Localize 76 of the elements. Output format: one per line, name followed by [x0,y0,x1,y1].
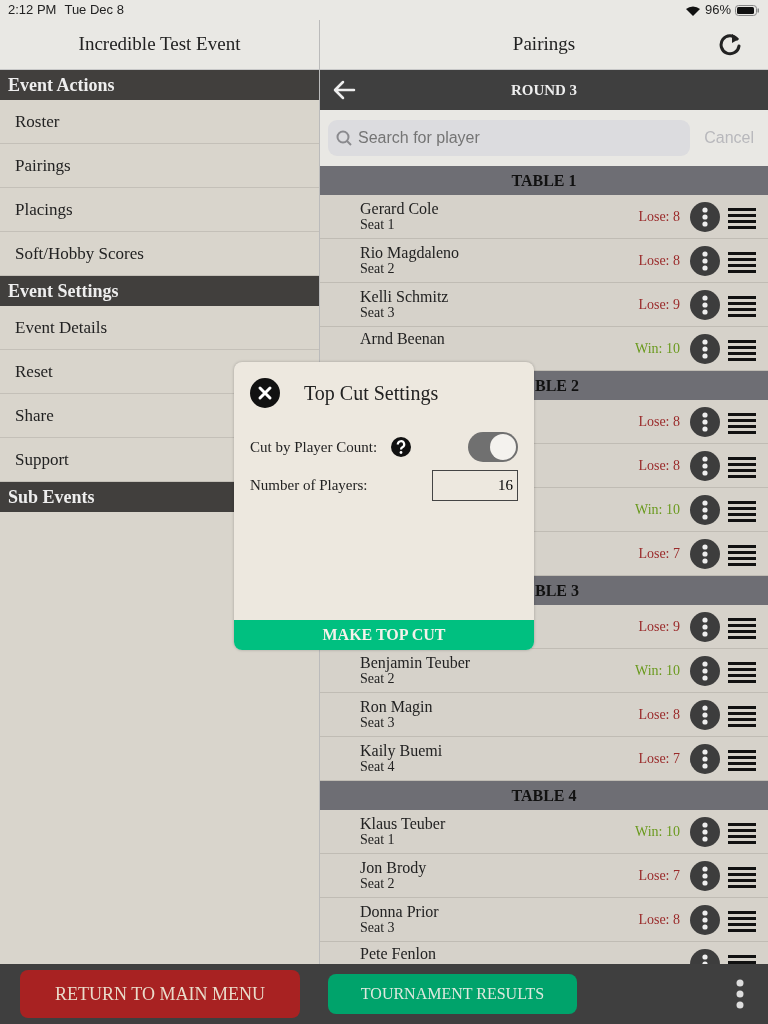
section-header: Event Settings [0,276,319,306]
more-options-icon[interactable] [690,699,720,730]
seat-label: Seat 3 [360,305,396,321]
more-options-icon[interactable] [690,406,720,437]
number-field[interactable]: 16 [432,470,518,501]
more-options-icon[interactable] [736,979,744,1009]
pane-title: Pairings [512,32,576,57]
player-name: Kelli Schmitz [360,288,450,305]
match-result: Lose: 7 [638,867,680,885]
status-time: 2:12 PM [8,1,57,20]
more-options-icon[interactable] [690,201,720,232]
more-options-icon[interactable] [690,289,720,320]
close-icon[interactable] [250,378,280,408]
round-title: ROUND 3 [510,80,578,100]
player-name: Ron Magin [360,698,434,715]
seat-label: Seat 2 [360,876,395,892]
match-result: Win: 10 [635,340,680,358]
match-result: Lose: 8 [638,208,680,226]
more-options-icon[interactable] [690,743,720,774]
more-options-icon[interactable] [690,816,720,847]
player-name: Benjamin Teuber [360,654,472,671]
battery-icon [735,4,760,16]
more-options-icon[interactable] [690,860,720,891]
seat-label: Seat 3 [360,715,395,731]
seat-label: Seat 2 [360,671,395,687]
toggle-switch[interactable] [468,432,518,462]
more-options-icon[interactable] [690,904,720,935]
search-icon [336,130,352,146]
player-name: Arnd Beenan [360,330,446,347]
match-result: Win: 10 [635,501,680,519]
match-result: Lose: 9 [638,618,680,636]
more-options-icon[interactable] [690,494,720,525]
pane-title: Incredible Test Event [78,32,241,57]
menu-item[interactable]: Event Details [0,306,319,350]
more-options-icon[interactable] [690,611,720,642]
match-result: Lose: 9 [638,296,680,314]
battery-percent: 96% [704,1,731,20]
player-name: Rio Magdaleno [360,244,461,261]
table-header: TABLE 4 [320,781,768,810]
more-options-icon[interactable] [690,245,720,276]
menu-item[interactable]: Placings [0,188,319,232]
player-name: Donna Prior [360,903,440,920]
match-result: Lose: 8 [638,911,680,929]
status-date: Tue Dec 8 [64,1,124,20]
player-name: Kaily Buemi [360,742,444,759]
menu-item[interactable]: Pairings [0,144,319,188]
return-button[interactable]: RETURN TO MAIN MENU [20,970,300,1018]
player-name: Gerard Cole [360,200,440,217]
wifi-icon [684,4,701,16]
more-options-icon[interactable] [690,333,720,364]
seat-label: Seat 3 [360,920,396,936]
match-result: Lose: 8 [638,706,680,724]
seat-label: Seat 4 [360,759,395,775]
player-name: Pete Fenlon [360,945,437,962]
seat-label: Seat 1 [360,217,396,233]
match-result: Lose: 8 [638,413,680,431]
match-result: Lose: 8 [638,457,680,475]
match-result: Win: 10 [635,823,680,841]
section-header: Event Actions [0,70,319,100]
seat-label: Seat 1 [360,832,396,848]
match-result: Lose: 7 [638,750,680,768]
search-field[interactable]: Search for player [328,120,691,156]
more-options-icon[interactable] [690,655,720,686]
table-header: TABLE 1 [320,166,768,195]
refresh-icon[interactable] [718,32,742,56]
match-result: Lose: 8 [638,252,680,270]
player-name: Jon Brody [360,859,428,876]
menu-item[interactable]: Roster [0,100,319,144]
more-options-icon[interactable] [690,538,720,569]
back-arrow-icon[interactable] [332,79,356,101]
seat-label: Seat 2 [360,261,395,277]
match-result: Win: 10 [635,662,680,680]
help-icon[interactable] [391,437,412,457]
more-options-icon[interactable] [690,450,720,481]
match-result: Lose: 7 [638,545,680,563]
player-name: Klaus Teuber [360,815,447,832]
